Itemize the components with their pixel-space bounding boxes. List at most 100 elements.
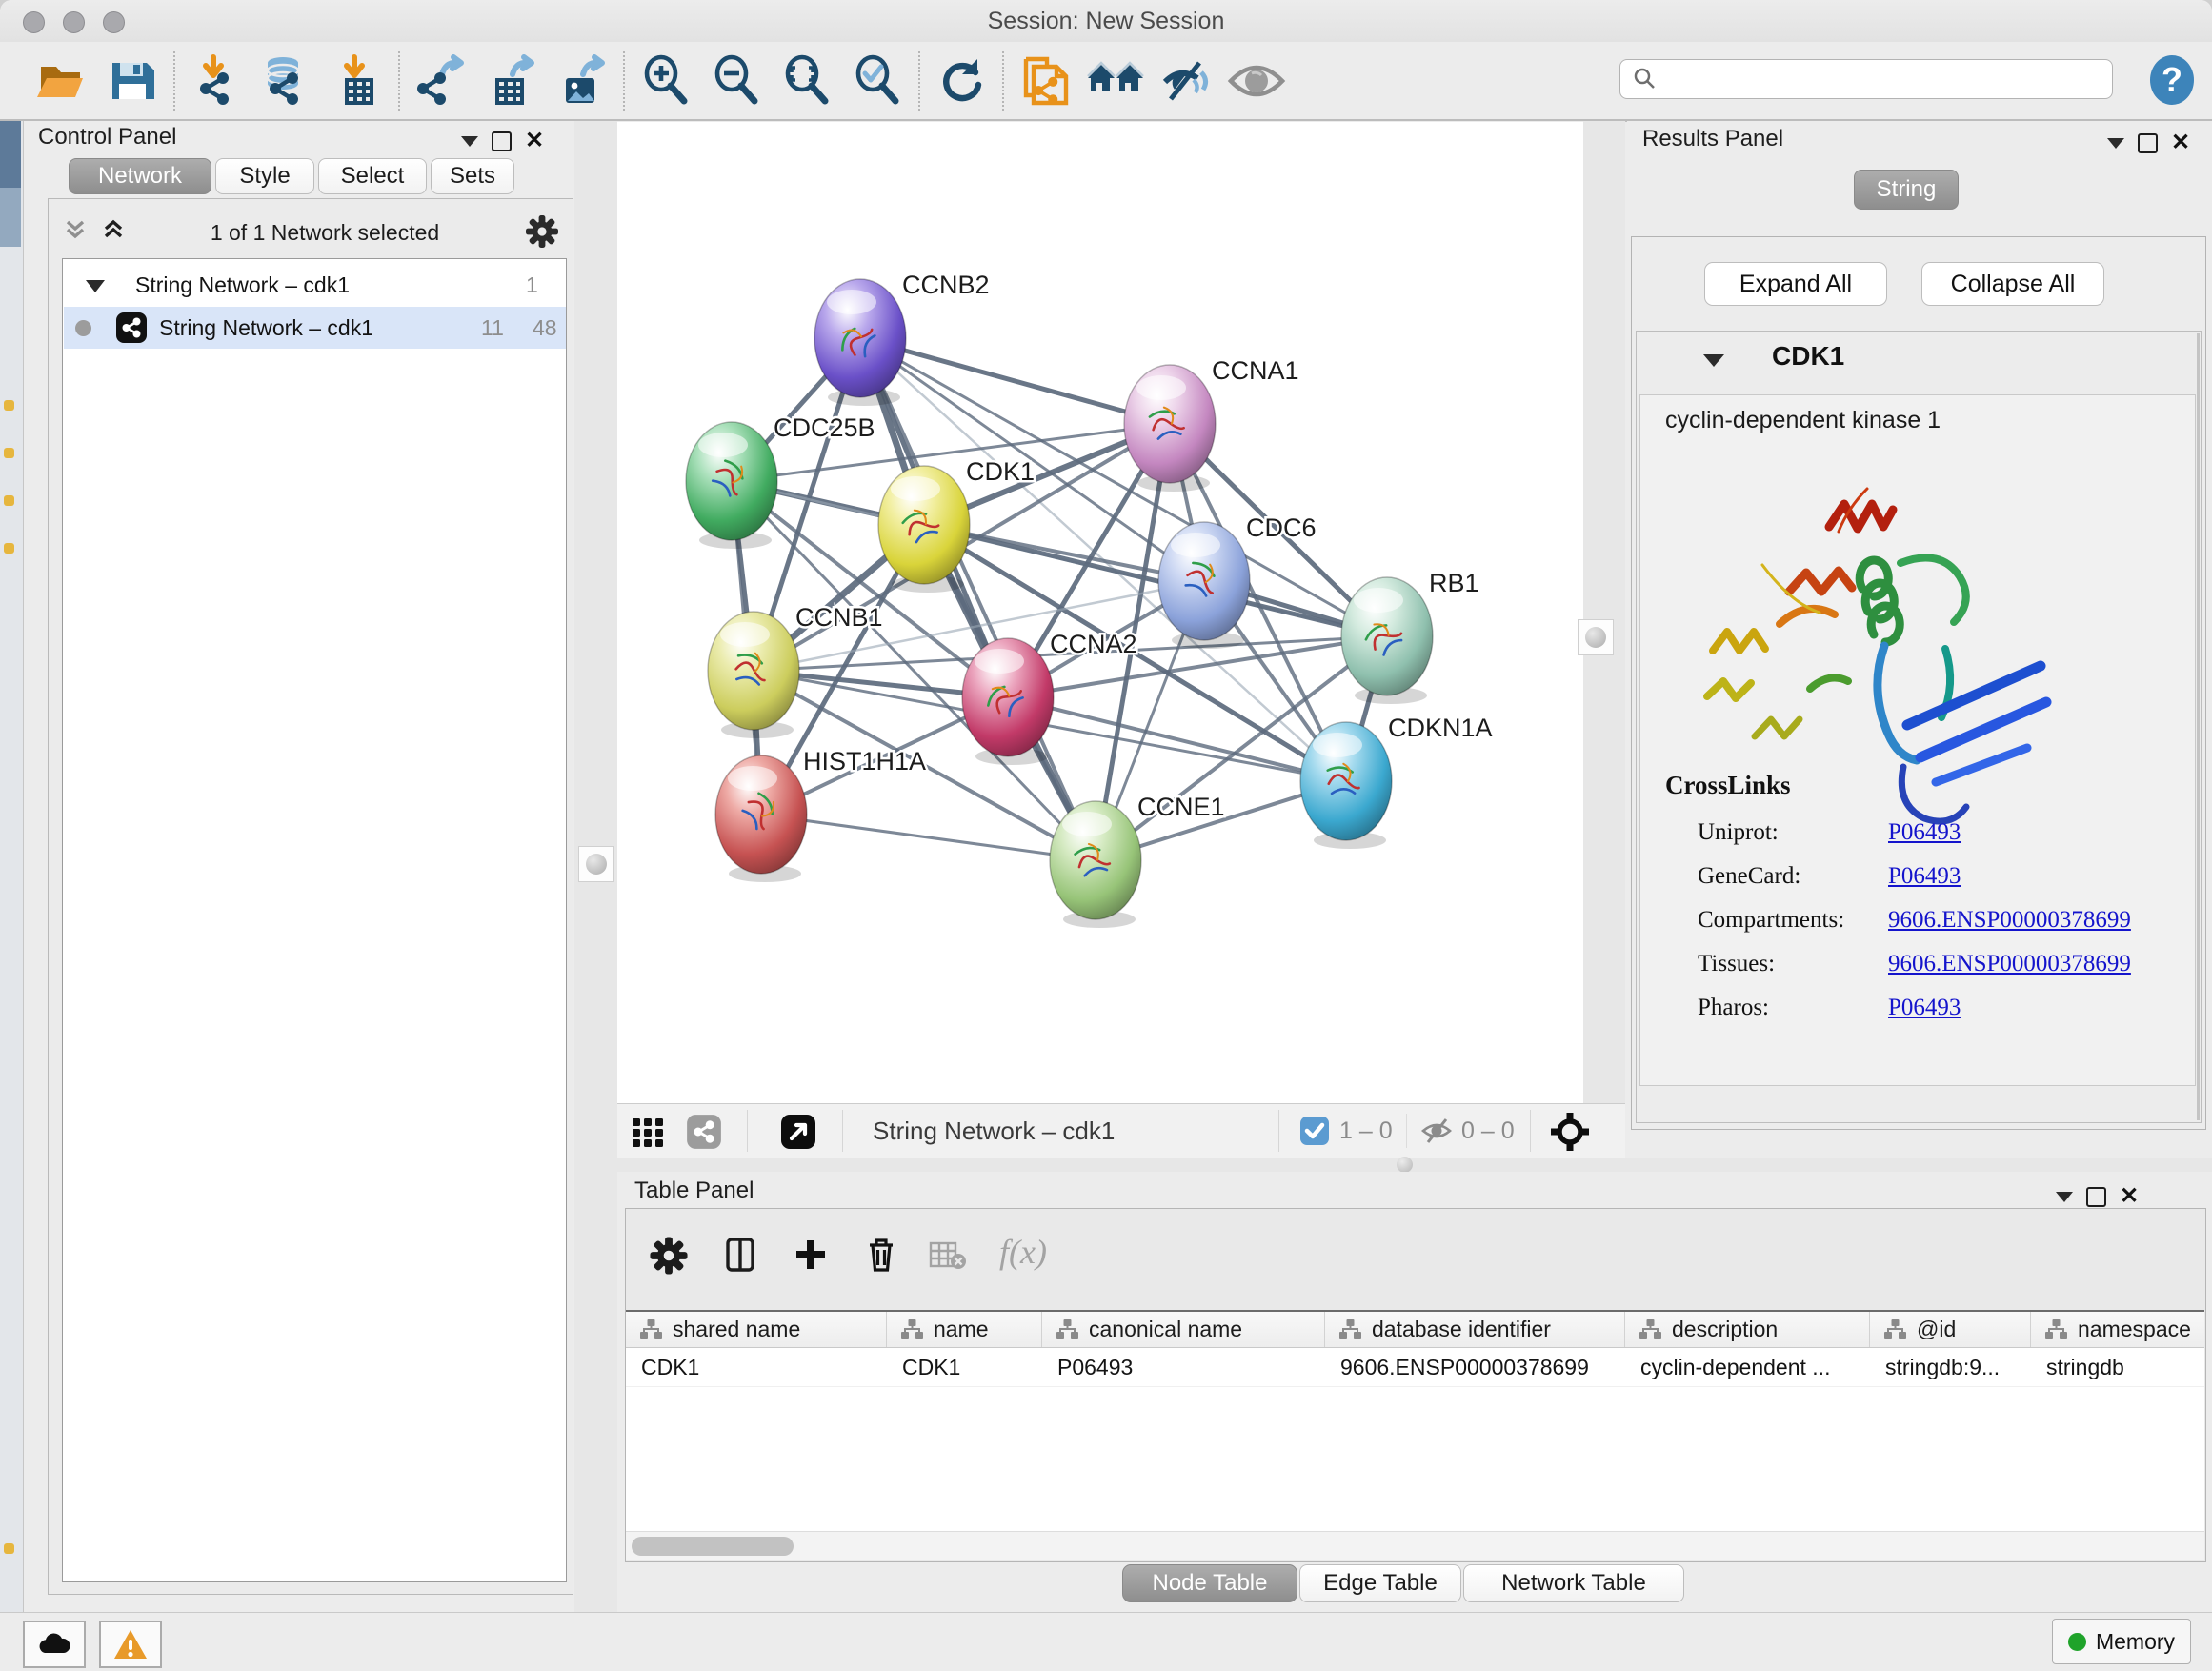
control-panel-float-icon[interactable] (461, 136, 478, 147)
open-session-button[interactable] (27, 48, 97, 114)
tab-node-table[interactable]: Node Table (1122, 1564, 1297, 1602)
help-button[interactable]: ? (2145, 53, 2199, 107)
collection-label: String Network – cdk1 (135, 272, 350, 298)
cdk1-expander-icon[interactable] (1703, 354, 1724, 367)
tab-select[interactable]: Select (318, 158, 427, 194)
table-settings-gear-icon[interactable] (647, 1234, 691, 1278)
export-network-button[interactable] (406, 48, 476, 114)
table-cell[interactable]: P06493 (1042, 1348, 1325, 1386)
control-panel-close-icon[interactable]: ✕ (525, 130, 544, 152)
table-row[interactable]: CDK1 CDK1 P06493 9606.ENSP00000378699 cy… (626, 1348, 2204, 1387)
cloud-status-button[interactable] (23, 1621, 86, 1668)
eye-button[interactable] (1221, 48, 1292, 114)
table-cell[interactable]: stringdb (2031, 1348, 2204, 1386)
tab-network-table[interactable]: Network Table (1463, 1564, 1684, 1602)
crosslink-value[interactable]: P06493 (1888, 995, 1961, 1021)
collapse-all-networks-icon[interactable] (60, 214, 90, 245)
control-panel-maximize-icon[interactable] (492, 131, 512, 151)
zoom-selected-button[interactable] (842, 48, 913, 114)
warning-status-button[interactable] (99, 1621, 162, 1668)
grid-view-icon[interactable] (631, 1115, 665, 1149)
network-node-CCNB2[interactable]: CCNB2 (814, 271, 990, 406)
network-node-RB1[interactable]: RB1 (1341, 569, 1479, 704)
memory-button[interactable]: Memory (2052, 1619, 2191, 1664)
network-edge-CDK1-RB1[interactable] (924, 525, 1387, 636)
network-node-CCNB1[interactable]: CCNB1 (708, 603, 883, 738)
column-header-namespace[interactable]: namespace (2031, 1312, 2204, 1347)
network-row-selected[interactable]: String Network – cdk1 11 48 (64, 307, 566, 349)
network-badge-icon (686, 1114, 722, 1150)
column-header-databaseidentifier[interactable]: database identifier (1325, 1312, 1625, 1347)
table-panel-float-icon[interactable] (2056, 1192, 2073, 1202)
tab-sets[interactable]: Sets (431, 158, 514, 194)
crosslink-value[interactable]: P06493 (1888, 819, 1961, 846)
tab-edge-table[interactable]: Edge Table (1299, 1564, 1461, 1602)
tab-string[interactable]: String (1854, 170, 1959, 210)
save-session-button[interactable] (97, 48, 168, 114)
network-node-CCNA2[interactable]: CCNA2 (962, 630, 1137, 765)
column-header-sharedname[interactable]: shared name (626, 1312, 887, 1347)
network-edge-HIST1H1A-CCNE1[interactable] (761, 815, 1096, 860)
right-splitter-handle[interactable] (1578, 619, 1614, 655)
collection-expander-icon[interactable] (86, 280, 105, 292)
table-cell[interactable]: 9606.ENSP00000378699 (1325, 1348, 1625, 1386)
reset-view-crosshair-icon[interactable] (1549, 1111, 1591, 1153)
crosslink-value[interactable]: 9606.ENSP00000378699 (1888, 907, 2131, 934)
tab-network[interactable]: Network (69, 158, 211, 194)
refresh-button[interactable] (926, 48, 996, 114)
column-header-description[interactable]: description (1625, 1312, 1870, 1347)
bottom-splitter-handle[interactable] (1397, 1157, 1413, 1173)
left-splitter-handle[interactable] (578, 846, 614, 882)
open-birdseye-icon[interactable] (779, 1113, 817, 1151)
network-edge-CCNB2-CCNE1[interactable] (860, 338, 1096, 860)
column-header-canonicalname[interactable]: canonical name (1042, 1312, 1325, 1347)
column-header-name[interactable]: name (887, 1312, 1042, 1347)
zoom-in-button[interactable] (631, 48, 701, 114)
network-node-HIST1H1A[interactable]: HIST1H1A (715, 747, 926, 882)
results-panel-maximize-icon[interactable] (2138, 133, 2158, 153)
export-image-button[interactable] (547, 48, 617, 114)
duplicate-network-button[interactable] (1010, 48, 1080, 114)
table-cell[interactable]: CDK1 (626, 1348, 887, 1386)
import-database-button[interactable] (251, 48, 322, 114)
delete-column-trash-icon[interactable] (860, 1234, 902, 1276)
bottom-splitter[interactable] (617, 1158, 2212, 1172)
network-collection-row[interactable]: String Network – cdk1 1 (63, 265, 566, 307)
add-column-icon[interactable] (790, 1234, 832, 1276)
export-table-button[interactable] (476, 48, 547, 114)
network-options-gear-icon[interactable] (523, 212, 561, 251)
column-header-id[interactable]: @id (1870, 1312, 2031, 1347)
table-cell[interactable]: cyclin-dependent ... (1625, 1348, 1870, 1386)
table-cell[interactable]: stringdb:9... (1870, 1348, 2031, 1386)
expand-all-networks-icon[interactable] (98, 214, 129, 245)
home-button[interactable] (1080, 48, 1151, 114)
table-panel-close-icon[interactable]: ✕ (2120, 1185, 2139, 1208)
table-hscrollbar[interactable] (626, 1531, 2204, 1560)
crosslink-value[interactable]: P06493 (1888, 863, 1961, 890)
zoom-fit-button[interactable] (772, 48, 842, 114)
import-table-button[interactable] (322, 48, 392, 114)
network-node-CCNE1[interactable]: CCNE1 (1050, 793, 1225, 928)
toolbar-separator (918, 51, 920, 111)
results-scrollbar[interactable] (2197, 333, 2200, 1120)
show-columns-icon[interactable] (719, 1234, 761, 1276)
hide-eye-button[interactable] (1151, 48, 1221, 114)
zoom-out-button[interactable] (701, 48, 772, 114)
cytoscape-window: Session: New Session ? Control Panel ✕ N… (0, 0, 2212, 1671)
import-network-button[interactable] (181, 48, 251, 114)
network-canvas[interactable]: CCNB2 CCNA1 CDC25B CDK1 CDC6 RB1 CCNB1 C… (617, 122, 1583, 1103)
table-panel-maximize-icon[interactable] (2086, 1187, 2106, 1207)
results-panel-close-icon[interactable]: ✕ (2171, 131, 2190, 154)
hscrollbar-thumb[interactable] (632, 1537, 794, 1556)
table-cell[interactable]: CDK1 (887, 1348, 1042, 1386)
expand-all-button[interactable]: Expand All (1704, 262, 1887, 306)
crosslink-value[interactable]: 9606.ENSP00000378699 (1888, 951, 2131, 977)
results-panel-float-icon[interactable] (2107, 138, 2124, 149)
network-node-CDKN1A[interactable]: CDKN1A (1300, 714, 1493, 849)
collapse-all-button[interactable]: Collapse All (1921, 262, 2104, 306)
network-node-CCNA1[interactable]: CCNA1 (1124, 356, 1299, 492)
network-node-CDC25B[interactable]: CDC25B (686, 413, 875, 549)
toolbar-search-input[interactable] (1619, 59, 2113, 99)
tab-style[interactable]: Style (215, 158, 314, 194)
table-panel-title: Table Panel (634, 1178, 754, 1204)
